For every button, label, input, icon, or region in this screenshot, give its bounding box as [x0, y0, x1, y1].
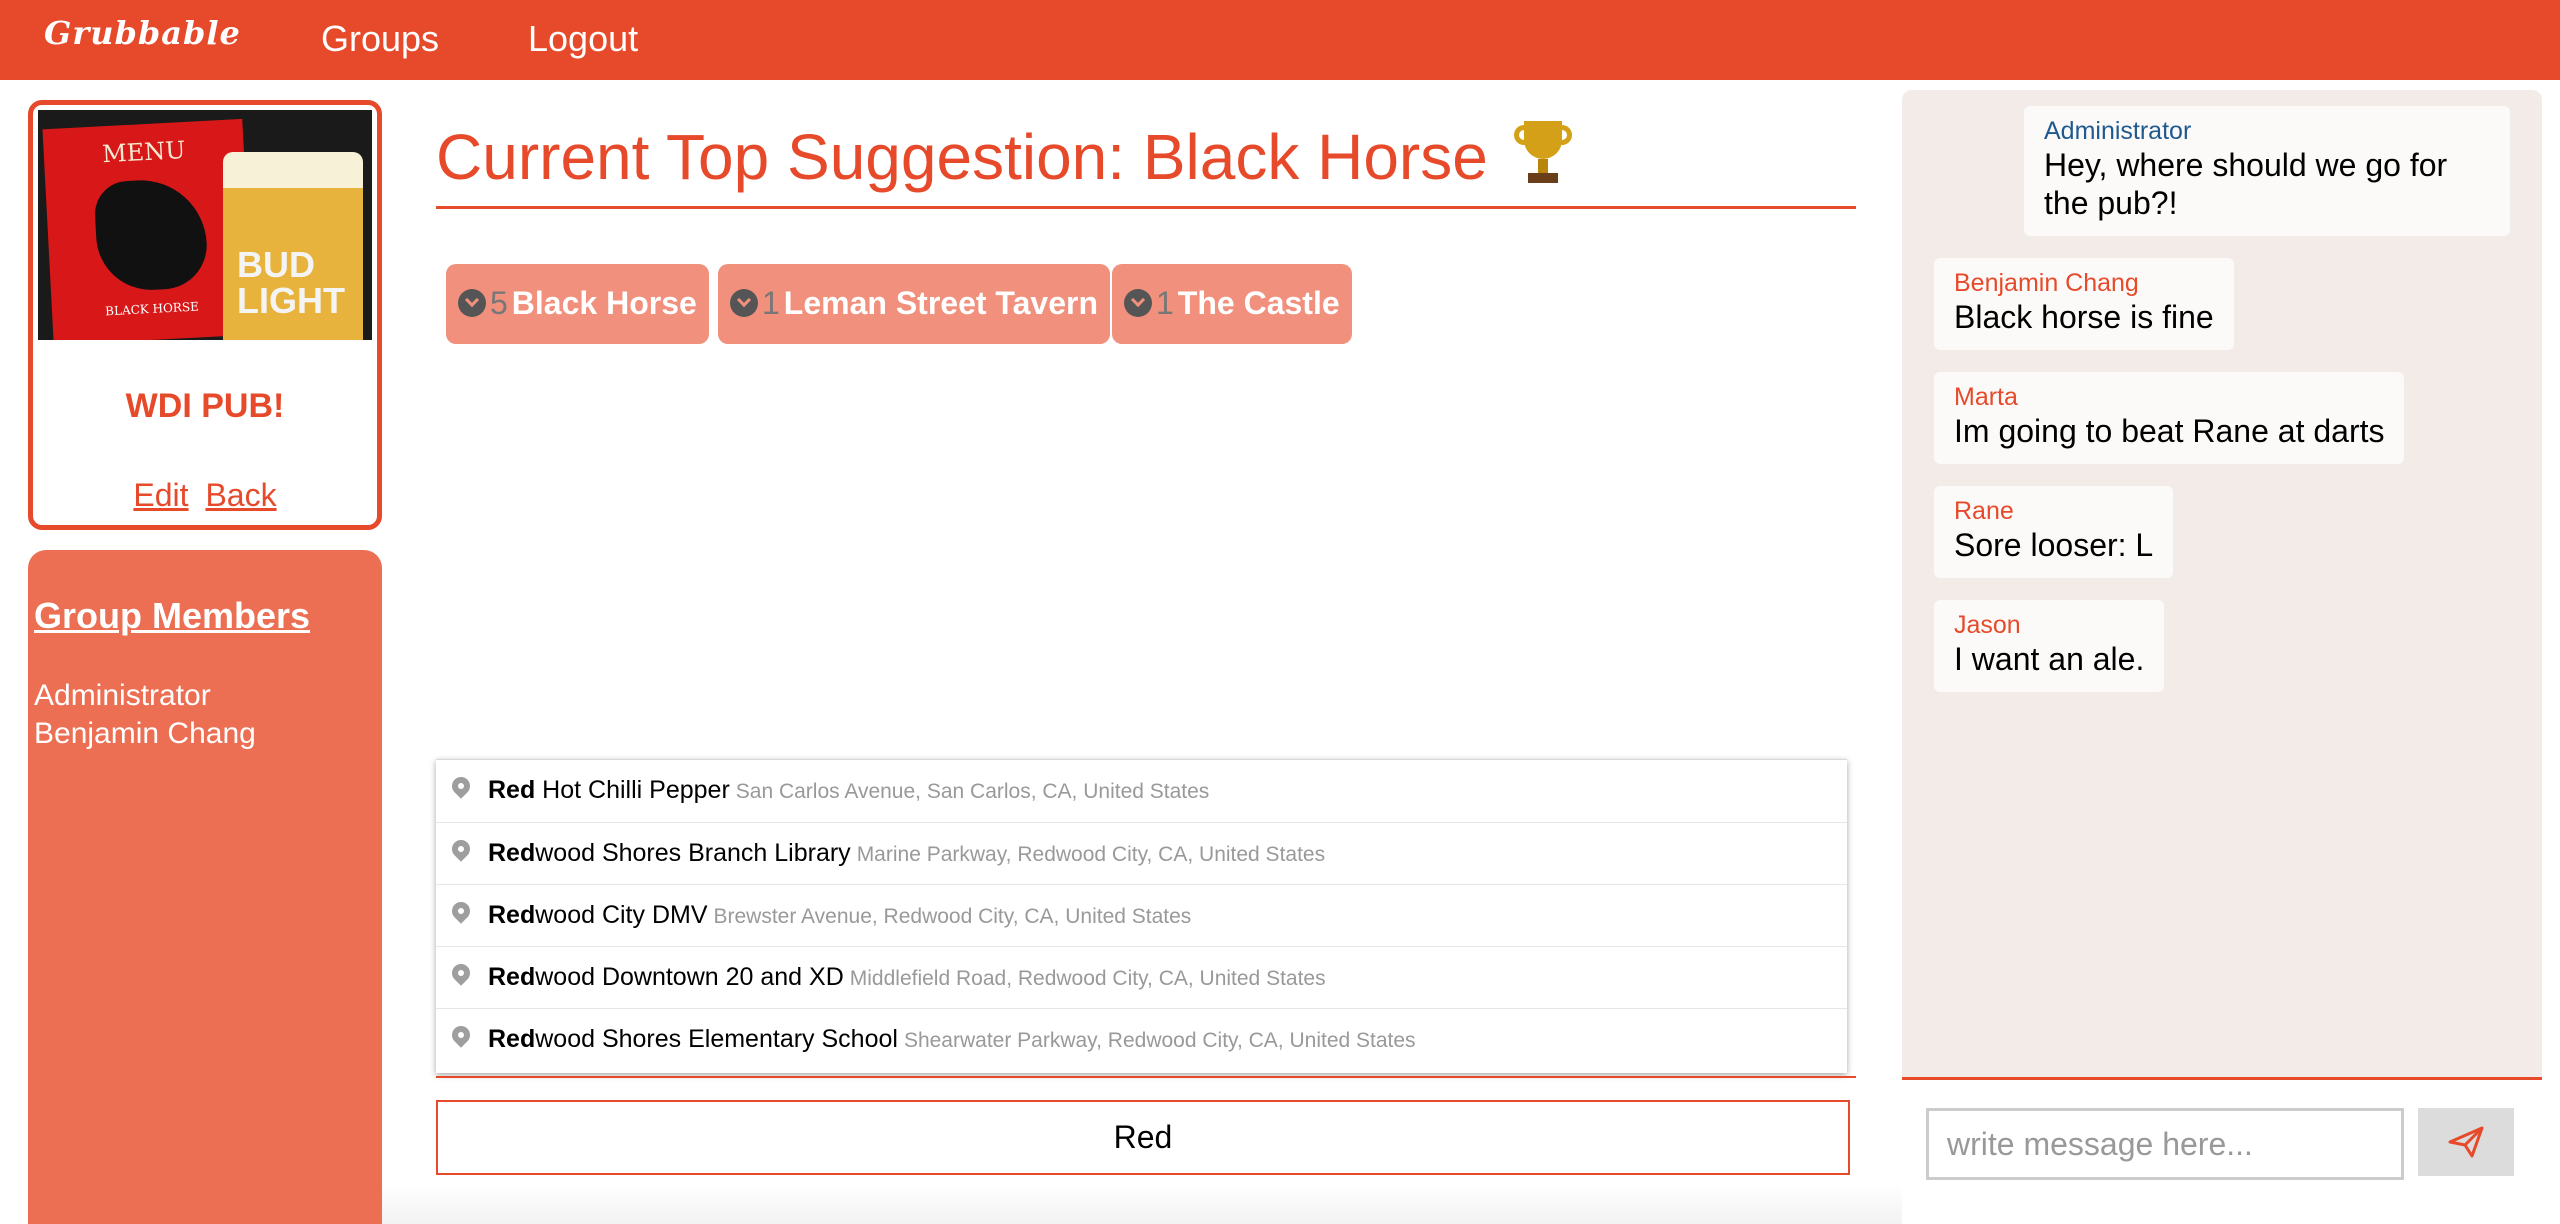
autocomplete-address: Middlefield Road, Redwood City, CA, Unit…: [849, 967, 1326, 990]
back-link[interactable]: Back: [205, 477, 276, 513]
chat-message: Jason I want an ale.: [1934, 600, 2165, 692]
pint-glass-image: BUD LIGHT: [223, 152, 363, 340]
input-divider: [436, 1076, 1856, 1078]
message-author: Administrator: [2044, 117, 2192, 145]
autocomplete-item[interactable]: Redwood City DMV Brewster Avenue, Redwood…: [436, 884, 1847, 946]
autocomplete-address: Shearwater Parkway, Redwood City, CA, Un…: [903, 1029, 1416, 1052]
group-actions: Edit Back: [33, 477, 377, 514]
vote-down-icon[interactable]: [730, 289, 758, 317]
autocomplete-item[interactable]: Redwood Downtown 20 and XD Middlefield Ro…: [436, 946, 1847, 1008]
message-text: Im going to beat Rane at darts: [1954, 413, 2385, 449]
nav-groups-link[interactable]: Groups: [321, 18, 439, 60]
autocomplete-item[interactable]: Red Hot Chilli Pepper San Carlos Avenue, …: [436, 760, 1847, 822]
autocomplete-match: Red: [488, 776, 536, 804]
paper-plane-icon: [2448, 1126, 2484, 1158]
group-members-panel: Group Members Administrator Benjamin Cha…: [28, 550, 382, 1224]
map-pin-icon: [448, 960, 474, 986]
nav-logout-link[interactable]: Logout: [528, 18, 638, 60]
autocomplete-address: Brewster Avenue, Redwood City, CA, Unite…: [713, 905, 1192, 928]
group-members-list: Administrator Benjamin Chang: [34, 677, 256, 753]
suggestion-name: Leman Street Tavern: [783, 285, 1098, 321]
autocomplete-match: Red: [488, 963, 536, 991]
chat-message: Rane Sore looser: L: [1934, 486, 2174, 578]
trophy-icon: [1513, 121, 1572, 185]
vote-count: 5: [490, 285, 508, 321]
send-message-button[interactable]: [2418, 1108, 2514, 1176]
group-photo: MENU BLACK HORSE BUD LIGHT: [38, 110, 372, 340]
top-navbar: Grubbable Groups Logout: [0, 0, 2560, 80]
chat-panel: Administrator Hey, where should we go fo…: [1902, 90, 2542, 1080]
vote-count: 1: [762, 285, 780, 321]
map-pin-icon: [448, 773, 474, 799]
autocomplete-match: Red: [488, 1025, 536, 1053]
page-title-text: Current Top Suggestion: Black Horse: [436, 121, 1488, 193]
map-pin-icon: [448, 836, 474, 862]
chat-message-input[interactable]: [1926, 1108, 2404, 1180]
vote-down-icon[interactable]: [1124, 289, 1152, 317]
autocomplete-name: wood City DMV: [535, 901, 708, 929]
member-item: Benjamin Chang: [34, 717, 256, 750]
autocomplete-item[interactable]: Redwood Shores Elementary School Shearwat…: [436, 1008, 1847, 1070]
brand-logo[interactable]: Grubbable: [44, 14, 241, 52]
autocomplete-name: Hot Chilli Pepper: [535, 776, 730, 804]
group-name: WDI PUB!: [125, 387, 285, 425]
member-item: Administrator: [34, 679, 211, 712]
message-author: Benjamin Chang: [1954, 269, 2139, 297]
autocomplete-name: wood Shores Elementary School: [535, 1025, 898, 1053]
place-search-input[interactable]: [436, 1100, 1850, 1175]
suggestion-chip[interactable]: 1 The Castle: [1112, 264, 1352, 344]
message-text: Hey, where should we go for the pub?!: [2044, 147, 2448, 221]
message-text: I want an ale.: [1954, 641, 2145, 677]
suggestion-chip[interactable]: 1 Leman Street Tavern: [718, 264, 1110, 344]
suggestion-chip[interactable]: 5 Black Horse: [446, 264, 709, 344]
menu-board-image: MENU BLACK HORSE: [42, 118, 254, 340]
autocomplete-item[interactable]: Redwood Shores Branch Library Marine Park…: [436, 822, 1847, 884]
message-text: Sore looser: L: [1954, 527, 2154, 563]
suggestion-name: The Castle: [1177, 285, 1340, 321]
pint-glass-label: BUD LIGHT: [237, 244, 345, 321]
suggestion-name: Black Horse: [511, 285, 697, 321]
page-title: Current Top Suggestion: Black Horse: [436, 120, 1572, 194]
map-pin-icon: [448, 898, 474, 924]
horse-logo-image: [93, 177, 209, 293]
autocomplete-address: San Carlos Avenue, San Carlos, CA, Unite…: [735, 780, 1210, 803]
message-author: Rane: [1954, 497, 2014, 525]
chat-message: Marta Im going to beat Rane at darts: [1934, 372, 2405, 464]
autocomplete-name: wood Downtown 20 and XD: [535, 963, 844, 991]
autocomplete-match: Red: [488, 901, 536, 929]
autocomplete-dropdown: Red Hot Chilli Pepper San Carlos Avenue, …: [436, 759, 1847, 1073]
message-author: Jason: [1954, 611, 2021, 639]
autocomplete-name: wood Shores Branch Library: [535, 839, 851, 867]
chat-message: Benjamin Chang Black horse is fine: [1934, 258, 2234, 350]
edit-group-link[interactable]: Edit: [133, 477, 188, 513]
autocomplete-match: Red: [488, 839, 536, 867]
message-author: Marta: [1954, 383, 2018, 411]
group-card: MENU BLACK HORSE BUD LIGHT WDI PUB! Edit…: [28, 100, 382, 530]
map-pin-icon: [448, 1022, 474, 1048]
bottom-shadow: [382, 1184, 1902, 1224]
title-divider: [436, 206, 1856, 209]
message-text: Black horse is fine: [1954, 299, 2214, 335]
vote-down-icon[interactable]: [458, 289, 486, 317]
vote-count: 1: [1156, 285, 1174, 321]
autocomplete-address: Marine Parkway, Redwood City, CA, United…: [856, 843, 1326, 866]
group-members-title[interactable]: Group Members: [34, 595, 310, 637]
chat-message: Administrator Hey, where should we go fo…: [2024, 106, 2510, 236]
menu-board-title: MENU: [101, 135, 187, 169]
